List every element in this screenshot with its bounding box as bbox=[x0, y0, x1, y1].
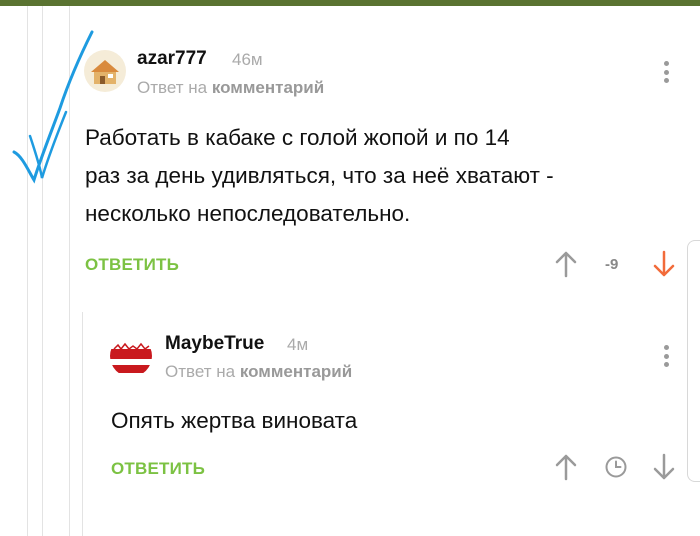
more-options-icon[interactable] bbox=[662, 61, 670, 87]
downvote-arrow-icon[interactable] bbox=[651, 453, 677, 481]
comment-author[interactable]: azar777 bbox=[137, 48, 207, 70]
reply-to-prefix: Ответ на bbox=[165, 362, 236, 381]
upvote-arrow-icon[interactable] bbox=[553, 250, 579, 278]
comment-score: -9 bbox=[605, 256, 619, 273]
flag-icon bbox=[110, 342, 152, 373]
upvote-arrow-icon[interactable] bbox=[553, 453, 579, 481]
top-bar bbox=[0, 0, 700, 6]
scrollbar[interactable] bbox=[687, 240, 700, 482]
reply-to-label: Ответ на комментарий bbox=[137, 78, 324, 98]
downvote-arrow-icon[interactable] bbox=[651, 250, 677, 278]
thread-line bbox=[82, 312, 83, 536]
reply-to-link[interactable]: комментарий bbox=[240, 362, 352, 381]
reply-to-label: Ответ на комментарий bbox=[165, 362, 352, 382]
comment-time: 46м bbox=[232, 50, 263, 69]
more-options-icon[interactable] bbox=[662, 345, 670, 371]
reply-button[interactable]: ОТВЕТИТЬ bbox=[111, 459, 205, 479]
reply-to-prefix: Ответ на bbox=[137, 78, 208, 97]
comment-text-line: несколько непоследовательно. bbox=[85, 201, 411, 226]
comment-time: 4м bbox=[287, 335, 309, 354]
comment-text-line: Работать в кабаке с голой жопой и по 14 bbox=[85, 125, 510, 150]
avatar[interactable] bbox=[110, 335, 152, 377]
avatar[interactable] bbox=[84, 50, 126, 92]
reply-to-link[interactable]: комментарий bbox=[212, 78, 324, 97]
reply-button[interactable]: ОТВЕТИТЬ bbox=[85, 255, 179, 275]
comment-text: Работать в кабаке с голой жопой и по 14 … bbox=[85, 119, 675, 233]
comment-author[interactable]: MaybeTrue bbox=[165, 333, 264, 355]
house-icon bbox=[91, 60, 119, 84]
clock-icon[interactable] bbox=[604, 455, 628, 479]
comment-text: Опять жертва виновата bbox=[111, 402, 671, 440]
comment-text-line: Опять жертва виновата bbox=[111, 408, 358, 433]
comment-text-line: раз за день удивляться, что за неё хвата… bbox=[85, 163, 554, 188]
